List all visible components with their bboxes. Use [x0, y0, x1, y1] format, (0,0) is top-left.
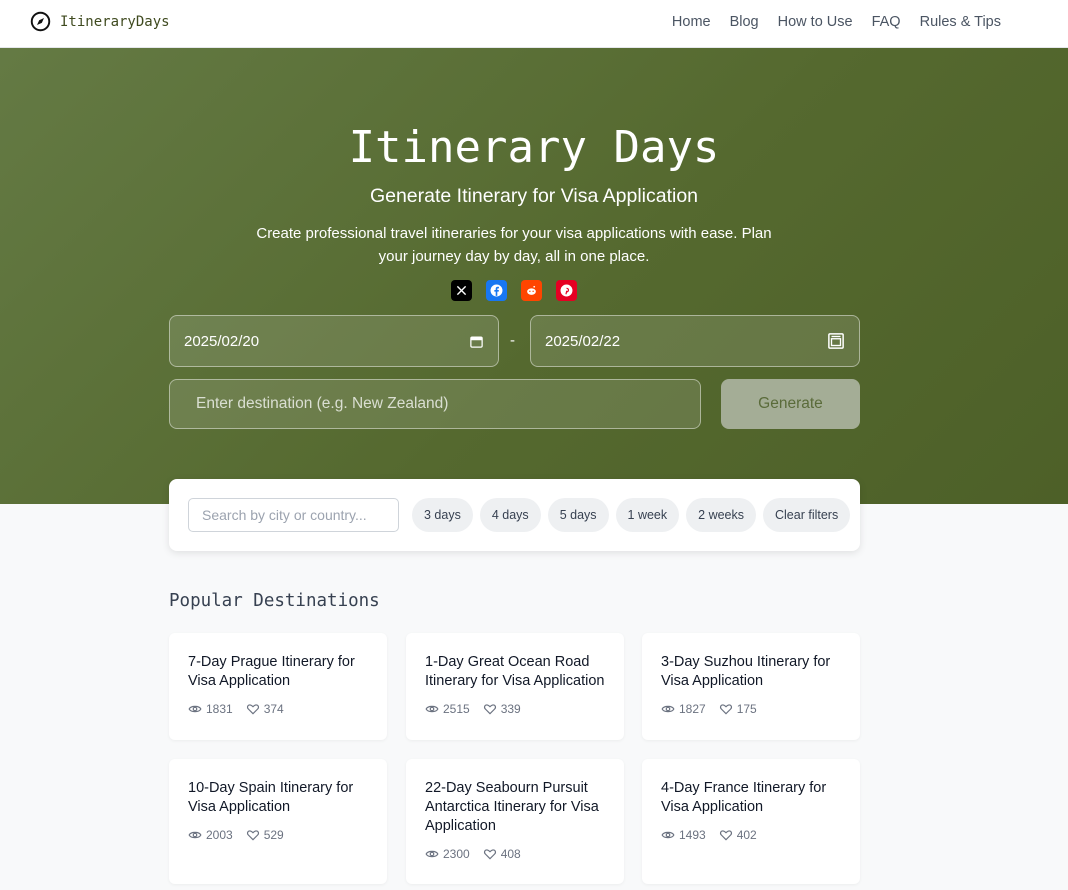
heart-icon[interactable] — [246, 828, 260, 842]
hero-section: Itinerary Days Generate Itinerary for Vi… — [0, 48, 1068, 504]
x-icon[interactable] — [451, 280, 472, 301]
card-stats: 1493 402 — [661, 828, 841, 842]
card-title: 1-Day Great Ocean Road Itinerary for Vis… — [425, 654, 605, 689]
top-navbar: ItineraryDays Home Blog How to Use FAQ R… — [0, 0, 1068, 48]
heart-icon[interactable] — [246, 702, 260, 716]
like-count: 402 — [736, 828, 757, 842]
hero-subtitle: Generate Itinerary for Visa Application — [369, 185, 699, 207]
generate-button[interactable]: Generate — [721, 379, 860, 429]
view-count: 1831 — [206, 702, 233, 716]
calendar-icon[interactable] — [827, 332, 845, 350]
hero-description: Create professional travel itineraries f… — [256, 225, 772, 265]
card-title: 22-Day Seabourn Pursuit Antarctica Itine… — [425, 780, 599, 834]
start-date-input[interactable]: 2025/02/20 — [169, 315, 499, 367]
filter-chip-5-days[interactable]: 5 days — [547, 498, 609, 532]
eye-icon — [188, 705, 202, 713]
nav-link-how-to-use[interactable]: How to Use — [778, 14, 853, 30]
facebook-icon[interactable] — [486, 280, 507, 301]
like-count: 408 — [500, 847, 521, 861]
card-title: 7-Day Prague Itinerary for Visa Applicat… — [188, 654, 355, 689]
heart-icon[interactable] — [719, 702, 733, 716]
compass-icon — [30, 11, 51, 32]
nav-link-home[interactable]: Home — [672, 14, 711, 30]
hero-title: Itinerary Days — [348, 122, 720, 173]
like-count: 374 — [263, 702, 284, 716]
filter-chip-3-days[interactable]: 3 days — [412, 498, 473, 532]
destination-card[interactable]: 22-Day Seabourn Pursuit Antarctica Itine… — [406, 759, 624, 884]
nav-link-rules-tips[interactable]: Rules & Tips — [920, 14, 1001, 30]
pinterest-icon[interactable] — [556, 280, 577, 301]
filter-chip-1-week[interactable]: 1 week — [615, 498, 680, 532]
duration-filter-chips: 3 days 4 days 5 days 1 week 2 weeks Clea… — [412, 498, 851, 532]
heart-icon[interactable] — [483, 702, 497, 716]
heart-icon[interactable] — [719, 828, 733, 842]
card-title: 3-Day Suzhou Itinerary for Visa Applicat… — [661, 654, 831, 689]
clear-filters-button[interactable]: Clear filters — [763, 498, 851, 532]
end-date-value: 2025/02/22 — [545, 332, 621, 350]
eye-icon — [661, 831, 675, 839]
eye-icon — [425, 705, 439, 713]
nav-links: Home Blog How to Use FAQ Rules & Tips — [672, 14, 1001, 30]
start-date-value: 2025/02/20 — [184, 332, 260, 350]
view-count: 2515 — [443, 702, 470, 716]
date-separator: - — [510, 332, 515, 349]
popular-destinations-heading: Popular Destinations — [169, 591, 380, 611]
view-count: 2003 — [206, 828, 233, 842]
calendar-icon[interactable] — [469, 334, 484, 349]
view-count: 2300 — [443, 847, 470, 861]
eye-icon — [425, 850, 439, 858]
reddit-icon[interactable] — [521, 280, 542, 301]
view-count: 1827 — [679, 702, 706, 716]
brand-name: ItineraryDays — [60, 13, 170, 30]
brand-logo-link[interactable]: ItineraryDays — [30, 11, 170, 32]
heart-icon[interactable] — [483, 847, 497, 861]
filter-chip-2-weeks[interactable]: 2 weeks — [686, 498, 756, 532]
like-count: 529 — [263, 828, 284, 842]
like-count: 339 — [500, 702, 521, 716]
social-share-bar — [451, 280, 577, 301]
nav-link-faq[interactable]: FAQ — [872, 14, 901, 30]
card-stats: 1831 374 — [188, 702, 368, 716]
end-date-input[interactable]: 2025/02/22 — [530, 315, 860, 367]
card-stats: 2003 529 — [188, 828, 368, 842]
filter-bar: 3 days 4 days 5 days 1 week 2 weeks Clea… — [169, 479, 860, 551]
city-country-search-input[interactable] — [188, 498, 399, 532]
destination-input[interactable] — [169, 379, 701, 429]
nav-link-blog[interactable]: Blog — [730, 14, 759, 30]
eye-icon — [661, 705, 675, 713]
destination-card[interactable]: 7-Day Prague Itinerary for Visa Applicat… — [169, 633, 387, 740]
eye-icon — [188, 831, 202, 839]
like-count: 175 — [736, 702, 757, 716]
card-stats: 1827 175 — [661, 702, 841, 716]
card-title: 4-Day France Itinerary for Visa Applicat… — [661, 780, 827, 815]
destination-card[interactable]: 3-Day Suzhou Itinerary for Visa Applicat… — [642, 633, 860, 740]
destination-card[interactable]: 1-Day Great Ocean Road Itinerary for Vis… — [406, 633, 624, 740]
card-stats: 2300 408 — [425, 847, 605, 861]
view-count: 1493 — [679, 828, 706, 842]
card-stats: 2515 339 — [425, 702, 605, 716]
destination-card[interactable]: 10-Day Spain Itinerary for Visa Applicat… — [169, 759, 387, 884]
card-title: 10-Day Spain Itinerary for Visa Applicat… — [188, 780, 354, 815]
filter-chip-4-days[interactable]: 4 days — [479, 498, 541, 532]
destination-card[interactable]: 4-Day France Itinerary for Visa Applicat… — [642, 759, 860, 884]
